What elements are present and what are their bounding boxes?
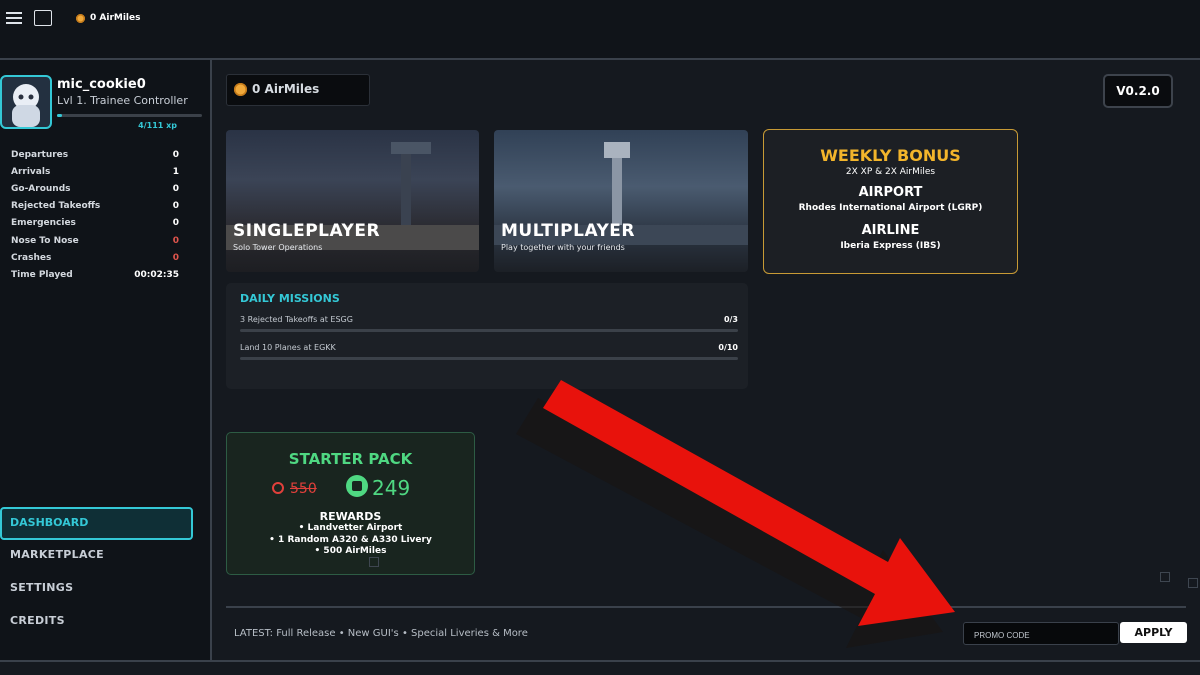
stat-value: 0	[172, 218, 179, 228]
apply-button[interactable]: APPLY	[1120, 622, 1187, 643]
rewards-label: REWARDS	[319, 510, 382, 523]
airport-label: AIRPORT	[858, 185, 923, 200]
reward-item: • 1 Random A320 & A330 Livery	[269, 535, 432, 545]
version-badge: V0.2.0	[1103, 74, 1173, 108]
menu-icon[interactable]	[6, 12, 22, 24]
singleplayer-title: SINGLEPLAYER	[233, 221, 381, 241]
stat-label: Rejected Takeoffs	[11, 201, 101, 211]
mission-text: 3 Rejected Takeoffs at ESGG	[240, 315, 353, 324]
stat-value: 0	[172, 236, 179, 246]
stat-value: 1	[172, 167, 179, 177]
tower-cab-image	[391, 142, 431, 154]
airline-value: Iberia Express (IBS)	[840, 241, 941, 251]
radar-target-icon	[369, 557, 379, 567]
mission-progress-bar	[240, 329, 738, 332]
weekly-bonus-subtitle: 2X XP & 2X AirMiles	[845, 167, 936, 177]
weekly-bonus-title: WEEKLY BONUS	[820, 146, 961, 165]
multiplayer-card[interactable]: MULTIPLAYER Play together with your frie…	[494, 130, 748, 272]
starter-pack-title: STARTER PACK	[288, 450, 413, 468]
robux-icon	[346, 475, 368, 497]
reward-item: • Landvetter Airport	[298, 523, 403, 533]
airmiles-coin-icon	[234, 83, 247, 96]
multiplayer-title: MULTIPLAYER	[501, 221, 635, 241]
starter-pack-panel[interactable]: STARTER PACK 550 249 REWARDS • Landvette…	[226, 432, 475, 575]
stat-label: Emergencies	[11, 218, 76, 228]
tower-image	[401, 148, 411, 228]
latest-news: LATEST: Full Release • New GUI's • Speci…	[234, 628, 528, 639]
stat-value: 0	[172, 184, 179, 194]
radar-target-icon	[1188, 578, 1198, 588]
new-price: 249	[372, 476, 411, 500]
daily-missions-panel: DAILY MISSIONS 3 Rejected Takeoffs at ES…	[226, 283, 748, 389]
xp-bar	[57, 114, 202, 117]
mission-progress: 0/3	[723, 315, 738, 324]
chat-icon[interactable]	[34, 10, 52, 26]
airport-value: Rhodes International Airport (LGRP)	[798, 203, 983, 213]
stat-value: 0	[172, 150, 179, 160]
mission-progress-bar	[240, 357, 738, 360]
topbar-airmiles: 0 AirMiles	[90, 13, 141, 23]
nav-marketplace[interactable]: MARKETPLACE	[10, 548, 104, 561]
old-price: 550	[272, 481, 317, 497]
footer-divider	[226, 606, 1186, 608]
stat-label: Nose To Nose	[11, 236, 79, 246]
nav-credits[interactable]: CREDITS	[10, 614, 65, 627]
promo-code-field[interactable]	[963, 622, 1119, 645]
radar-target-icon	[1160, 572, 1170, 582]
stat-label: Arrivals	[11, 167, 51, 177]
mission-progress: 0/10	[718, 343, 738, 352]
multiplayer-subtitle: Play together with your friends	[501, 243, 625, 252]
promo-code-input[interactable]	[964, 626, 1114, 645]
nav-dashboard[interactable]: DASHBOARD	[0, 507, 193, 540]
stat-label: Departures	[11, 150, 69, 160]
airmiles-label: 0 AirMiles	[252, 82, 320, 96]
airline-label: AIRLINE	[861, 223, 920, 238]
nav-settings[interactable]: SETTINGS	[10, 581, 73, 594]
bottom-divider	[0, 660, 1200, 662]
weekly-bonus-panel: WEEKLY BONUS 2X XP & 2X AirMiles AIRPORT…	[763, 129, 1018, 274]
singleplayer-subtitle: Solo Tower Operations	[233, 243, 323, 252]
airmiles-box: 0 AirMiles	[226, 74, 370, 106]
stat-value: 0	[172, 253, 179, 263]
singleplayer-card[interactable]: SINGLEPLAYER Solo Tower Operations	[226, 130, 479, 272]
stat-value: 0	[172, 201, 179, 211]
airmiles-coin-icon	[76, 14, 85, 23]
user-level: Lvl 1. Trainee Controller	[57, 94, 188, 107]
stat-value: 00:02:35	[134, 270, 179, 280]
stat-label: Go-Arounds	[11, 184, 71, 194]
stat-label: Time Played	[11, 270, 73, 280]
xp-bar-fill	[57, 114, 62, 117]
old-price-value: 550	[290, 481, 317, 497]
mission-text: Land 10 Planes at EGKK	[240, 343, 336, 352]
top-bar	[0, 0, 1200, 58]
avatar[interactable]	[0, 75, 52, 129]
daily-missions-title: DAILY MISSIONS	[240, 292, 340, 305]
reward-item: • 500 AirMiles	[314, 546, 387, 556]
tower-cab-image	[604, 142, 630, 158]
stat-label: Crashes	[11, 253, 52, 263]
xp-text: 4/111 xp	[138, 121, 177, 130]
nav-dashboard-label: DASHBOARD	[10, 516, 89, 529]
robux-icon	[272, 482, 284, 494]
username: mic_cookie0	[57, 77, 146, 92]
